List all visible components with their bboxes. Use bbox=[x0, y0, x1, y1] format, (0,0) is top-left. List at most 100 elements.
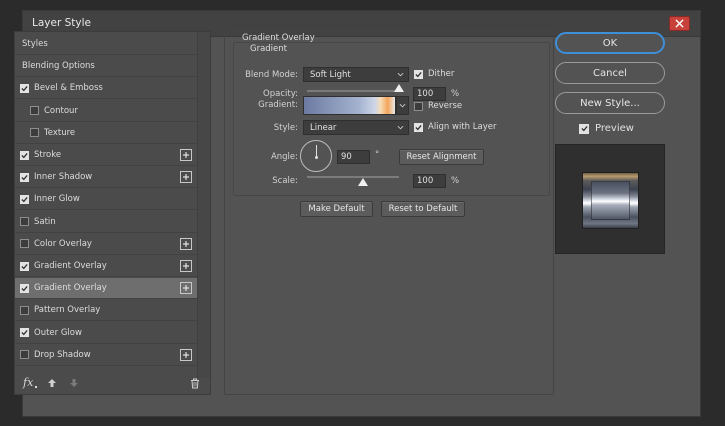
add-style-plus-icon[interactable] bbox=[180, 282, 192, 295]
new-style-button[interactable]: New Style... bbox=[555, 92, 665, 114]
angle-dial[interactable] bbox=[300, 140, 332, 172]
style-item-label: Satin bbox=[34, 216, 56, 227]
angle-input[interactable]: 90 bbox=[337, 150, 370, 164]
reverse-check-icon bbox=[414, 101, 423, 111]
style-item-pattern-overlay[interactable]: Pattern Overlay bbox=[15, 300, 197, 322]
style-item-label: Color Overlay bbox=[34, 238, 92, 249]
style-checkbox[interactable] bbox=[20, 283, 29, 293]
angle-label: Angle: bbox=[270, 152, 298, 162]
preview-label: Preview bbox=[595, 123, 634, 134]
gradient-label: Gradient: bbox=[258, 100, 298, 110]
opacity-slider-thumb[interactable] bbox=[394, 84, 404, 92]
style-item-bevel-emboss[interactable]: Bevel & Emboss bbox=[15, 78, 197, 100]
opacity-unit: % bbox=[451, 89, 460, 99]
style-item-label: Outer Glow bbox=[34, 327, 82, 338]
style-item-drop-shadow[interactable]: Drop Shadow bbox=[15, 345, 197, 366]
dialog-title: Layer Style bbox=[32, 17, 91, 29]
gradient-swatch[interactable] bbox=[303, 96, 396, 115]
reset-alignment-button[interactable]: Reset Alignment bbox=[399, 149, 484, 165]
chevron-down-icon bbox=[397, 72, 404, 77]
style-item-label: Gradient Overlay bbox=[34, 283, 107, 294]
reverse-checkbox[interactable]: Reverse bbox=[414, 101, 462, 111]
gradient-picker-dropdown[interactable] bbox=[396, 96, 409, 115]
style-item-gradient-overlay[interactable]: Gradient Overlay bbox=[15, 256, 197, 277]
make-default-button[interactable]: Make Default bbox=[300, 201, 373, 217]
style-item-label: Pattern Overlay bbox=[34, 305, 101, 316]
close-icon bbox=[675, 19, 684, 28]
style-item-inner-glow[interactable]: Inner Glow bbox=[15, 189, 197, 211]
style-checkbox[interactable] bbox=[20, 217, 29, 227]
style-checkbox[interactable] bbox=[20, 328, 29, 338]
style-item-styles[interactable]: Styles bbox=[15, 34, 197, 55]
style-checkbox[interactable] bbox=[20, 194, 29, 204]
close-button[interactable] bbox=[669, 16, 690, 31]
move-up-arrow-icon[interactable] bbox=[47, 378, 57, 388]
style-item-label: Inner Glow bbox=[34, 194, 80, 205]
style-item-blending-options[interactable]: Blending Options bbox=[15, 56, 197, 78]
style-item-label: Inner Shadow bbox=[34, 172, 93, 183]
style-item-inner-shadow[interactable]: Inner Shadow bbox=[15, 167, 197, 189]
style-select[interactable]: Linear bbox=[303, 120, 409, 135]
style-item-outer-glow[interactable]: Outer Glow bbox=[15, 323, 197, 344]
add-style-plus-icon[interactable] bbox=[180, 348, 192, 361]
gradient-group-box bbox=[233, 42, 550, 196]
style-checkbox[interactable] bbox=[30, 128, 39, 138]
styles-list-scrollbar[interactable] bbox=[197, 32, 210, 378]
style-value: Linear bbox=[310, 122, 337, 133]
add-style-plus-icon[interactable] bbox=[180, 171, 192, 184]
add-style-plus-icon[interactable] bbox=[180, 149, 192, 161]
style-checkbox[interactable] bbox=[20, 150, 29, 160]
move-down-arrow-icon[interactable] bbox=[69, 378, 79, 388]
style-item-gradient-overlay[interactable]: Gradient Overlay bbox=[15, 278, 197, 300]
reset-to-default-button[interactable]: Reset to Default bbox=[381, 201, 465, 217]
styles-list-footer: fx bbox=[15, 374, 210, 394]
style-checkbox[interactable] bbox=[20, 305, 29, 315]
align-check-icon bbox=[414, 122, 423, 132]
angle-dial-center bbox=[315, 156, 318, 159]
fx-button[interactable]: fx bbox=[23, 376, 33, 389]
style-item-texture[interactable]: Texture bbox=[15, 123, 197, 144]
style-item-label: Texture bbox=[44, 127, 76, 138]
opacity-slider-track[interactable] bbox=[307, 90, 399, 92]
style-item-label: Styles bbox=[22, 39, 48, 49]
add-style-plus-icon[interactable] bbox=[180, 260, 192, 272]
style-item-label: Drop Shadow bbox=[34, 349, 91, 360]
preview-checkbox[interactable]: Preview bbox=[579, 123, 634, 134]
scale-slider-track[interactable] bbox=[307, 176, 399, 178]
style-checkbox[interactable] bbox=[20, 261, 29, 271]
add-style-plus-icon[interactable] bbox=[180, 237, 192, 250]
chevron-down-icon bbox=[397, 125, 404, 130]
group-title: Gradient bbox=[250, 44, 287, 54]
style-checkbox[interactable] bbox=[20, 239, 29, 249]
style-item-satin[interactable]: Satin bbox=[15, 212, 197, 233]
blend-mode-select[interactable]: Soft Light bbox=[303, 67, 409, 82]
dither-check-icon bbox=[414, 69, 423, 79]
ok-button[interactable]: OK bbox=[555, 32, 665, 54]
style-item-label: Blending Options bbox=[22, 61, 95, 72]
style-checkbox[interactable] bbox=[30, 106, 39, 116]
style-item-label: Stroke bbox=[34, 150, 62, 160]
scale-unit: % bbox=[451, 176, 460, 186]
scale-slider-thumb[interactable] bbox=[358, 178, 368, 186]
style-item-label: Gradient Overlay bbox=[34, 261, 107, 271]
style-label: Style: bbox=[273, 123, 298, 133]
style-checkbox[interactable] bbox=[20, 83, 29, 93]
style-item-color-overlay[interactable]: Color Overlay bbox=[15, 234, 197, 255]
opacity-input[interactable]: 100 bbox=[413, 87, 446, 101]
styles-list-panel: Styles Blending Options Bevel & Emboss Cont… bbox=[14, 31, 211, 395]
style-preview-tile bbox=[582, 172, 639, 229]
preview-check-icon bbox=[579, 123, 589, 134]
opacity-label: Opacity: bbox=[263, 89, 298, 99]
style-item-label: Bevel & Emboss bbox=[34, 83, 103, 94]
dither-checkbox[interactable]: Dither bbox=[414, 69, 454, 79]
style-checkbox[interactable] bbox=[20, 172, 29, 182]
dither-label: Dither bbox=[428, 69, 455, 79]
style-item-stroke[interactable]: Stroke bbox=[15, 145, 197, 166]
cancel-button[interactable]: Cancel bbox=[555, 62, 665, 84]
style-item-contour[interactable]: Contour bbox=[15, 101, 197, 122]
angle-unit: ° bbox=[375, 150, 380, 160]
scale-input[interactable]: 100 bbox=[413, 174, 446, 188]
style-checkbox[interactable] bbox=[20, 350, 29, 360]
align-with-layer-checkbox[interactable]: Align with Layer bbox=[414, 122, 496, 132]
trash-icon[interactable] bbox=[190, 378, 200, 389]
